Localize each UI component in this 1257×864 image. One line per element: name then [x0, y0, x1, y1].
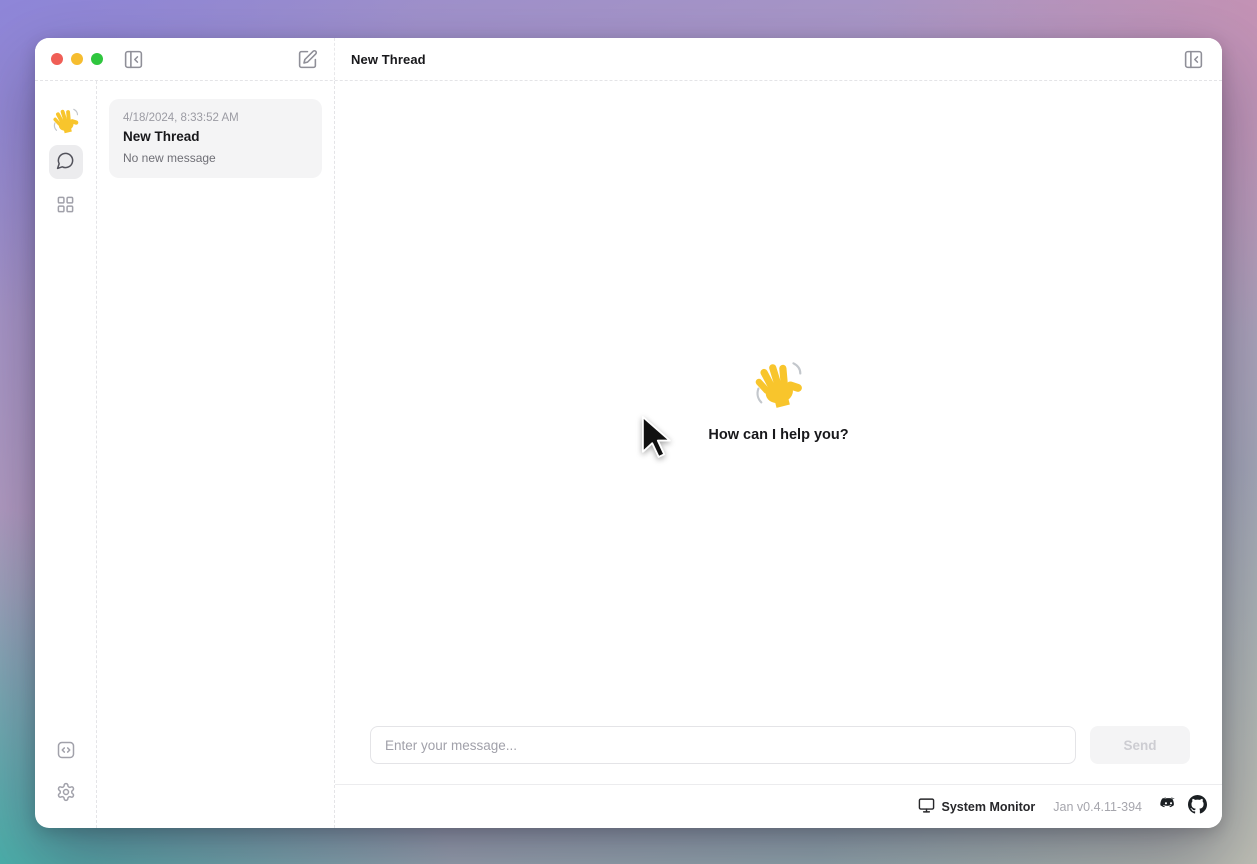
sidebar-item-threads[interactable]: [49, 145, 83, 179]
thread-title: New Thread: [123, 129, 308, 144]
status-footer: System Monitor Jan v0.4.11-394: [335, 784, 1222, 828]
page-title: New Thread: [351, 52, 426, 67]
zoom-window-button[interactable]: [91, 53, 103, 65]
chat-bubble-icon: [56, 151, 75, 173]
jan-wave-logo-icon: [52, 107, 80, 135]
titlebar-main: New Thread: [335, 38, 1222, 80]
local-api-server-button[interactable]: [54, 738, 78, 762]
titlebar: New Thread: [35, 38, 1222, 81]
panel-right-close-icon: [1183, 49, 1204, 70]
main-column: How can I help you? Send System Monitor: [335, 81, 1222, 828]
social-links: [1158, 794, 1207, 820]
discord-icon: [1158, 794, 1179, 820]
app-window: New Thread: [35, 38, 1222, 828]
discord-link[interactable]: [1158, 794, 1179, 820]
thread-timestamp: 4/18/2024, 8:33:52 AM: [123, 112, 308, 124]
right-panel-toggle-button[interactable]: [1181, 47, 1206, 72]
empty-state: How can I help you?: [335, 81, 1222, 726]
titlebar-left-panel: [35, 38, 335, 80]
thread-list-panel: 4/18/2024, 8:33:52 AM New Thread No new …: [97, 81, 335, 828]
system-monitor-label: System Monitor: [942, 800, 1036, 814]
message-composer: Send: [335, 726, 1222, 784]
greeting-text: How can I help you?: [708, 427, 848, 443]
macos-traffic-lights: [51, 53, 103, 65]
github-icon: [1188, 795, 1207, 819]
app-body: 4/18/2024, 8:33:52 AM New Thread No new …: [35, 81, 1222, 828]
sidebar-item-hub[interactable]: [49, 189, 83, 223]
new-thread-button[interactable]: [295, 47, 320, 72]
close-window-button[interactable]: [51, 53, 63, 65]
send-button[interactable]: Send: [1090, 726, 1190, 764]
thread-list-item[interactable]: 4/18/2024, 8:33:52 AM New Thread No new …: [109, 99, 322, 178]
panel-left-close-icon: [123, 49, 144, 70]
square-pen-compose-icon: [297, 49, 318, 70]
code-square-icon: [56, 740, 76, 760]
rail-top-group: [49, 107, 83, 223]
left-icon-rail: [35, 81, 97, 828]
thread-last-message: No new message: [123, 151, 308, 165]
monitor-icon: [918, 797, 935, 817]
settings-button[interactable]: [54, 780, 78, 804]
app-version-label: Jan v0.4.11-394: [1053, 800, 1142, 814]
grid-icon: [56, 195, 75, 217]
left-panel-toggle-button[interactable]: [121, 47, 146, 72]
gear-icon: [56, 782, 76, 802]
waving-hand-icon: [753, 359, 805, 411]
github-link[interactable]: [1188, 795, 1207, 819]
system-monitor-button[interactable]: System Monitor: [918, 797, 1036, 817]
minimize-window-button[interactable]: [71, 53, 83, 65]
rail-bottom-group: [54, 738, 78, 804]
message-input[interactable]: [370, 726, 1076, 764]
chat-main-area: How can I help you? Send: [335, 81, 1222, 784]
